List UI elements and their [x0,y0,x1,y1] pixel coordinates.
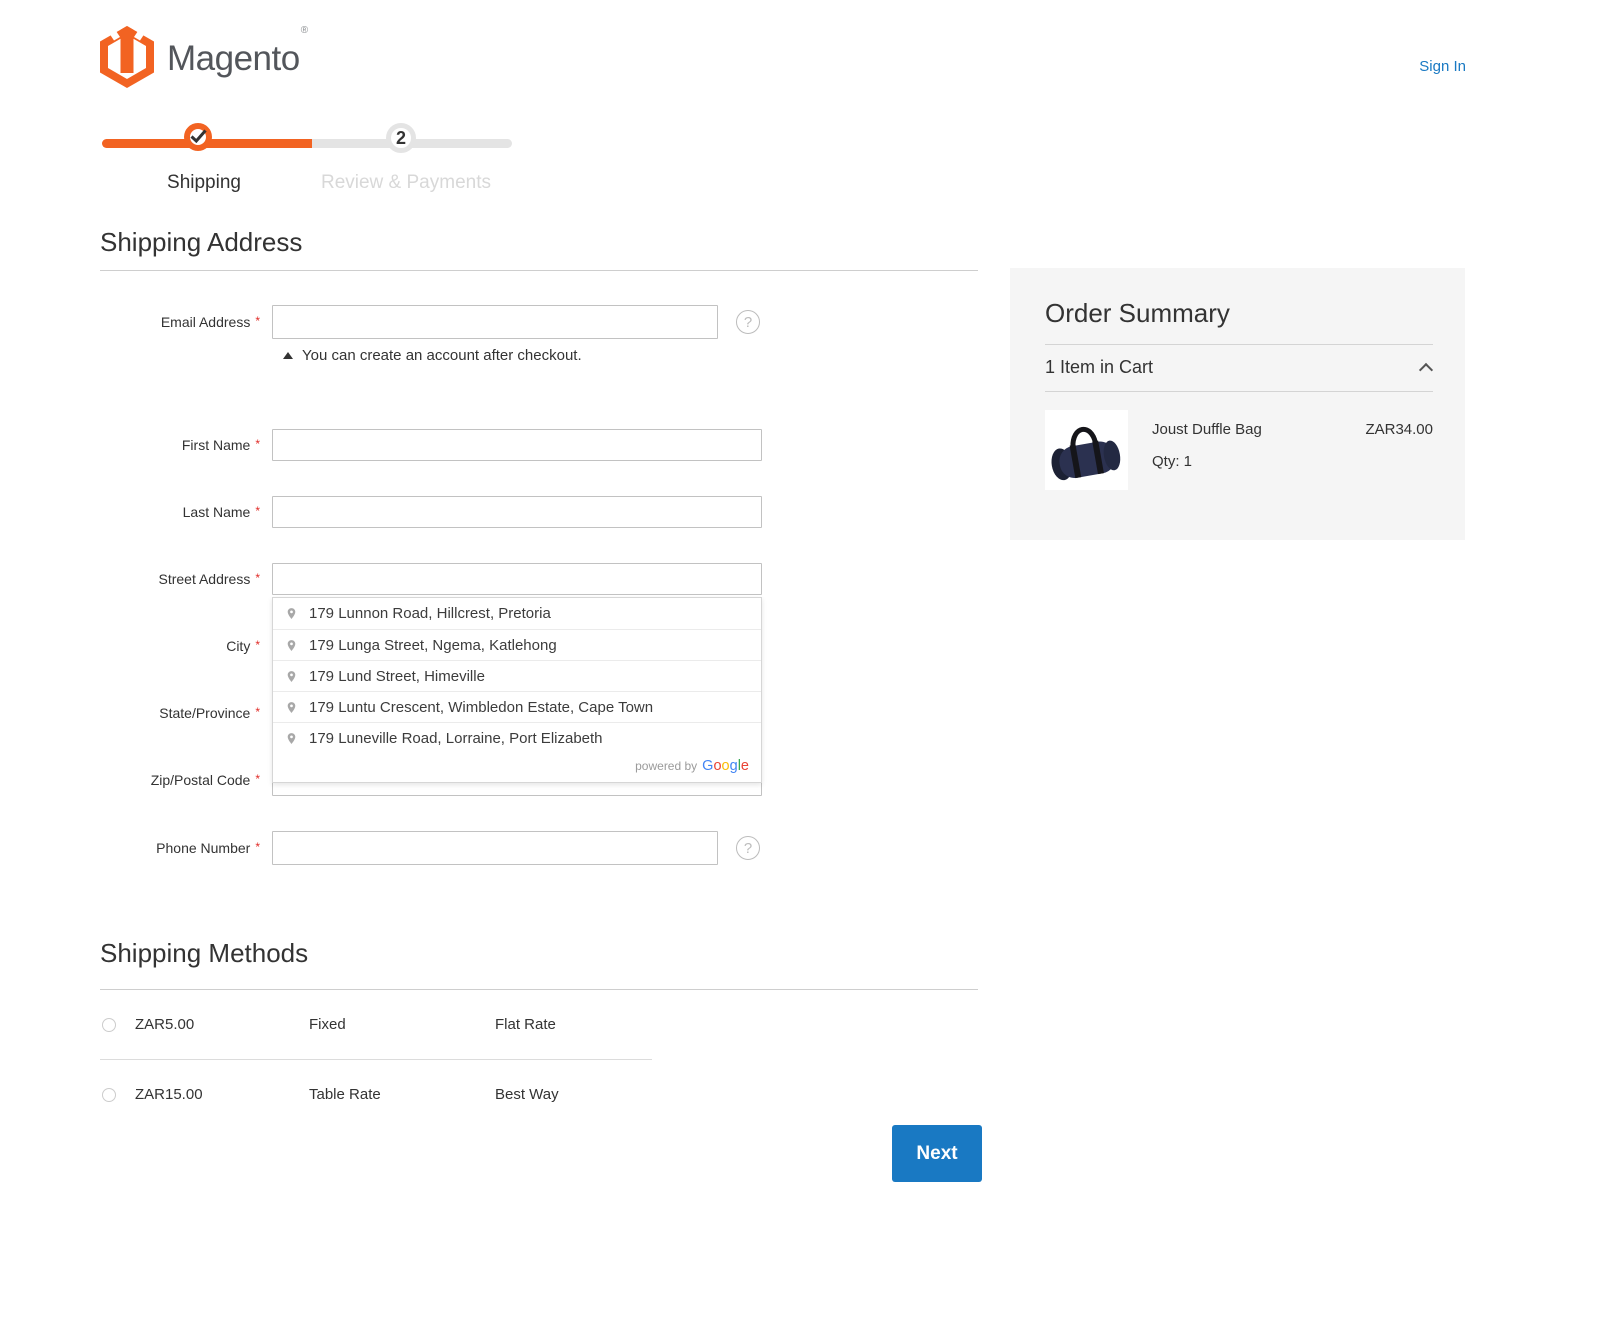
last-name-field-row: Last Name* [100,496,978,528]
step-shipping-label: Shipping [134,172,274,194]
shipping-address-title: Shipping Address [100,226,978,258]
address-suggestion[interactable]: 179 Luneville Road, Lorraine, Port Eliza… [273,722,761,753]
phone-label: Phone Number* [100,840,260,856]
divider [100,270,978,271]
address-suggestion[interactable]: 179 Lund Street, Himeville [273,660,761,691]
shipping-method-carrier: Best Way [495,1086,559,1103]
step-review-marker: 2 [386,123,416,153]
product-price: ZAR34.00 [1365,421,1433,438]
first-name-field-row: First Name* [100,429,978,461]
state-label: State/Province* [100,705,260,721]
first-name-label: First Name* [100,437,260,453]
address-suggestion[interactable]: 179 Lunnon Road, Hillcrest, Pretoria [273,598,761,629]
shipping-method-price: ZAR5.00 [135,1016,309,1033]
product-image [1045,410,1128,490]
sign-in-link[interactable]: Sign In [1419,58,1466,75]
first-name-input[interactable] [272,429,762,461]
shipping-method-type: Table Rate [309,1086,495,1103]
phone-help-icon[interactable]: ? [736,836,760,860]
shipping-address-section: Shipping Address Email Address* ? You ca… [100,226,978,865]
shipping-method-radio[interactable] [102,1018,116,1032]
cart-count-row[interactable]: 1 Item in Cart [1045,345,1433,391]
shipping-method-price: ZAR15.00 [135,1086,309,1103]
next-button[interactable]: Next [892,1125,982,1182]
street-address-input[interactable] [272,563,762,595]
step-shipping-marker[interactable] [184,123,212,151]
product-name: Joust Duffle Bag [1152,421,1262,438]
street-address-field-row: Street Address* 179 Lunnon Road, Hillcre… [100,563,978,595]
shipping-method-row-flat-rate: ZAR5.00 Fixed Flat Rate [100,990,978,1059]
required-asterisk: * [255,772,260,786]
required-asterisk: * [255,638,260,652]
magento-logo[interactable]: Magento® [100,26,307,91]
shipping-method-radio[interactable] [102,1088,116,1102]
shipping-method-type: Fixed [309,1016,495,1033]
duffle-bag-image [1045,410,1128,490]
google-logo: Google [702,758,749,774]
powered-by-text: powered by [635,759,697,773]
required-asterisk: * [255,571,260,585]
address-autocomplete-dropdown: 179 Lunnon Road, Hillcrest, Pretoria 179… [272,597,762,783]
cart-count-label: 1 Item in Cart [1045,357,1153,378]
triangle-up-icon [283,352,293,359]
map-pin-icon [285,605,298,622]
shipping-method-carrier: Flat Rate [495,1016,556,1033]
map-pin-icon [285,699,298,716]
required-asterisk: * [255,437,260,451]
order-summary-panel: Order Summary 1 Item in Cart Joust Duff [1010,268,1465,540]
magento-logo-icon [100,26,154,91]
google-attribution: powered by Google [273,753,761,782]
cart-item-row: Joust Duffle Bag ZAR34.00 Qty: 1 [1045,410,1433,490]
email-input[interactable] [272,305,718,339]
map-pin-icon [285,730,298,747]
email-help-icon[interactable]: ? [736,310,760,334]
order-summary-title: Order Summary [1045,298,1433,329]
divider [1045,391,1433,392]
email-label: Email Address* [100,314,260,330]
product-qty: Qty: 1 [1152,453,1433,470]
required-asterisk: * [255,840,260,854]
step-review-label: Review & Payments [306,172,506,194]
address-suggestion[interactable]: 179 Lunga Street, Ngema, Katlehong [273,629,761,660]
map-pin-icon [285,668,298,685]
required-asterisk: * [255,705,260,719]
required-asterisk: * [255,314,260,328]
email-field-row: Email Address* ? [100,305,978,339]
zip-label: Zip/Postal Code* [100,772,260,788]
trademark-symbol: ® [301,25,308,36]
magento-logo-text: Magento® [167,39,307,79]
step-number: 2 [396,128,406,149]
email-note: You can create an account after checkout… [100,347,978,364]
last-name-input[interactable] [272,496,762,528]
map-pin-icon [285,637,298,654]
phone-field-row: Phone Number* ? [100,831,978,865]
phone-input[interactable] [272,831,718,865]
checkmark-icon [190,129,207,146]
shipping-methods-section: Shipping Methods ZAR5.00 Fixed Flat Rate… [100,937,978,1129]
street-address-label: Street Address* [100,571,260,587]
shipping-methods-title: Shipping Methods [100,937,978,969]
last-name-label: Last Name* [100,504,260,520]
checkout-progress-bar: 2 Shipping Review & Payments [100,120,520,204]
email-note-text: You can create an account after checkout… [302,347,582,364]
chevron-up-icon[interactable] [1419,363,1433,377]
city-label: City* [100,638,260,654]
shipping-method-row-best-way: ZAR15.00 Table Rate Best Way [100,1060,978,1129]
required-asterisk: * [255,504,260,518]
address-suggestion[interactable]: 179 Luntu Crescent, Wimbledon Estate, Ca… [273,691,761,722]
